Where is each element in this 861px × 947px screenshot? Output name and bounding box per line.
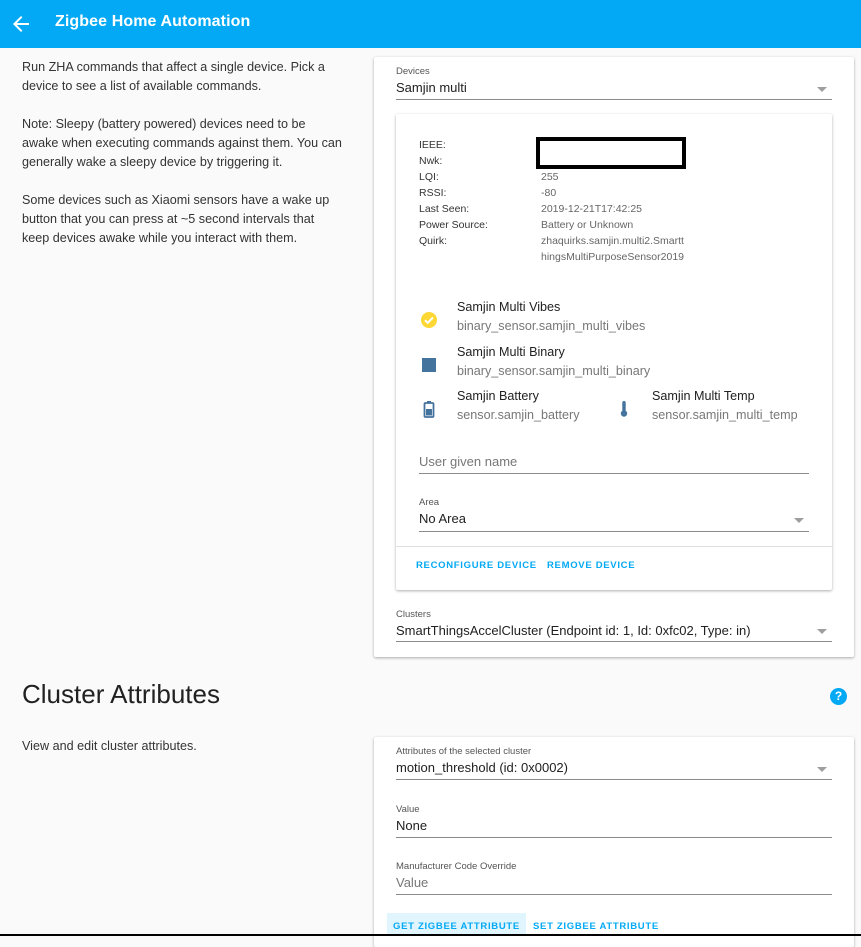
intro-paragraph: Run ZHA commands that affect a single de…	[22, 60, 325, 93]
underline	[396, 641, 832, 642]
value-input[interactable]: Value None	[396, 804, 832, 838]
info-value: Battery or Unknown	[541, 219, 634, 231]
set-zigbee-attribute-button[interactable]: SET ZIGBEE ATTRIBUTE	[533, 921, 659, 932]
info-value: hingsMultiPurposeSensor2019	[541, 251, 685, 263]
check-circle-icon	[419, 310, 439, 330]
info-value: 255	[541, 171, 559, 183]
reconfigure-device-button[interactable]: RECONFIGURE DEVICE	[416, 560, 537, 571]
area-label: Area	[419, 497, 440, 508]
info-value: 2019-12-21T17:42:25	[541, 203, 642, 215]
divider	[396, 546, 832, 547]
user-given-name-input[interactable]: User given name	[419, 454, 809, 474]
get-zigbee-attribute-button[interactable]: GET ZIGBEE ATTRIBUTE	[387, 913, 526, 936]
clusters-label: Clusters	[396, 609, 431, 620]
redaction-box	[536, 137, 686, 169]
dropdown-arrow-icon	[794, 518, 804, 523]
user-given-name-placeholder: User given name	[419, 454, 518, 469]
help-icon[interactable]: ?	[830, 688, 847, 705]
area-select[interactable]: Area No Area	[419, 497, 809, 532]
info-key: Power Source:	[419, 219, 488, 231]
entity-name: Samjin Battery	[457, 389, 539, 403]
cluster-attributes-description: View and edit cluster attributes.	[22, 739, 197, 753]
thermometer-icon	[614, 399, 634, 419]
area-value: No Area	[419, 511, 466, 526]
info-value: -80	[541, 187, 557, 199]
info-key: Quirk:	[419, 235, 448, 247]
clusters-value: SmartThingsAccelCluster (Endpoint id: 1,…	[396, 623, 751, 638]
underline	[396, 779, 832, 780]
attribute-label: Attributes of the selected cluster	[396, 746, 532, 757]
info-value: zhaquirks.samjin.multi2.Smartt	[541, 235, 684, 247]
entity-id: binary_sensor.samjin_multi_vibes	[457, 319, 646, 333]
value-label: Value	[396, 804, 420, 815]
entity-id: sensor.samjin_battery	[457, 408, 580, 422]
underline	[396, 837, 832, 838]
manufacturer-label: Manufacturer Code Override	[396, 861, 517, 872]
attribute-value: motion_threshold (id: 0x0002)	[396, 760, 568, 775]
underline	[419, 473, 809, 474]
device-card: Devices Samjin multi IEEE: Nwk: LQI: 255 …	[374, 57, 854, 657]
entity-name: Samjin Multi Vibes	[457, 300, 561, 314]
square-icon	[419, 355, 439, 375]
devices-label: Devices	[396, 66, 430, 77]
info-key: LQI:	[419, 171, 439, 183]
entity-id: sensor.samjin_multi_temp	[652, 408, 798, 422]
page-title: Zigbee Home Automation	[55, 13, 251, 30]
info-key: IEEE:	[419, 139, 446, 151]
clusters-select[interactable]: Clusters SmartThingsAccelCluster (Endpoi…	[396, 609, 832, 642]
intro-note: Note: Sleepy (battery powered) devices n…	[22, 117, 342, 169]
devices-select[interactable]: Devices Samjin multi	[396, 66, 832, 100]
cluster-attributes-card: Attributes of the selected cluster motio…	[374, 737, 854, 947]
info-key: Nwk:	[419, 155, 443, 167]
underline	[396, 894, 832, 895]
cluster-attributes-title: Cluster Attributes	[22, 679, 220, 709]
app-header: Zigbee Home Automation	[0, 0, 861, 48]
dropdown-arrow-icon	[817, 767, 827, 772]
devices-value: Samjin multi	[396, 80, 467, 95]
entity-id: binary_sensor.samjin_multi_binary	[457, 364, 651, 378]
info-key: Last Seen:	[419, 203, 470, 215]
underline	[396, 99, 832, 100]
manufacturer-placeholder: Value	[396, 875, 429, 890]
dropdown-arrow-icon	[817, 629, 827, 634]
info-key: RSSI:	[419, 187, 447, 199]
device-info-card: IEEE: Nwk: LQI: 255 RSSI: -80 Last Seen: 20…	[396, 114, 832, 590]
manufacturer-code-input[interactable]: Manufacturer Code Override Value	[396, 861, 832, 895]
intro-text: Run ZHA commands that affect a single de…	[22, 58, 342, 267]
underline	[419, 531, 809, 532]
battery-icon	[419, 399, 439, 419]
entity-name: Samjin Multi Temp	[652, 389, 755, 403]
dropdown-arrow-icon	[817, 87, 827, 92]
entity-name: Samjin Multi Binary	[457, 345, 565, 359]
back-arrow-icon[interactable]	[9, 12, 33, 36]
attribute-select[interactable]: Attributes of the selected cluster motio…	[396, 746, 832, 780]
intro-xiaomi-note: Some devices such as Xiaomi sensors have…	[22, 193, 330, 245]
remove-device-button[interactable]: REMOVE DEVICE	[547, 560, 635, 571]
value-field: None	[396, 818, 428, 833]
